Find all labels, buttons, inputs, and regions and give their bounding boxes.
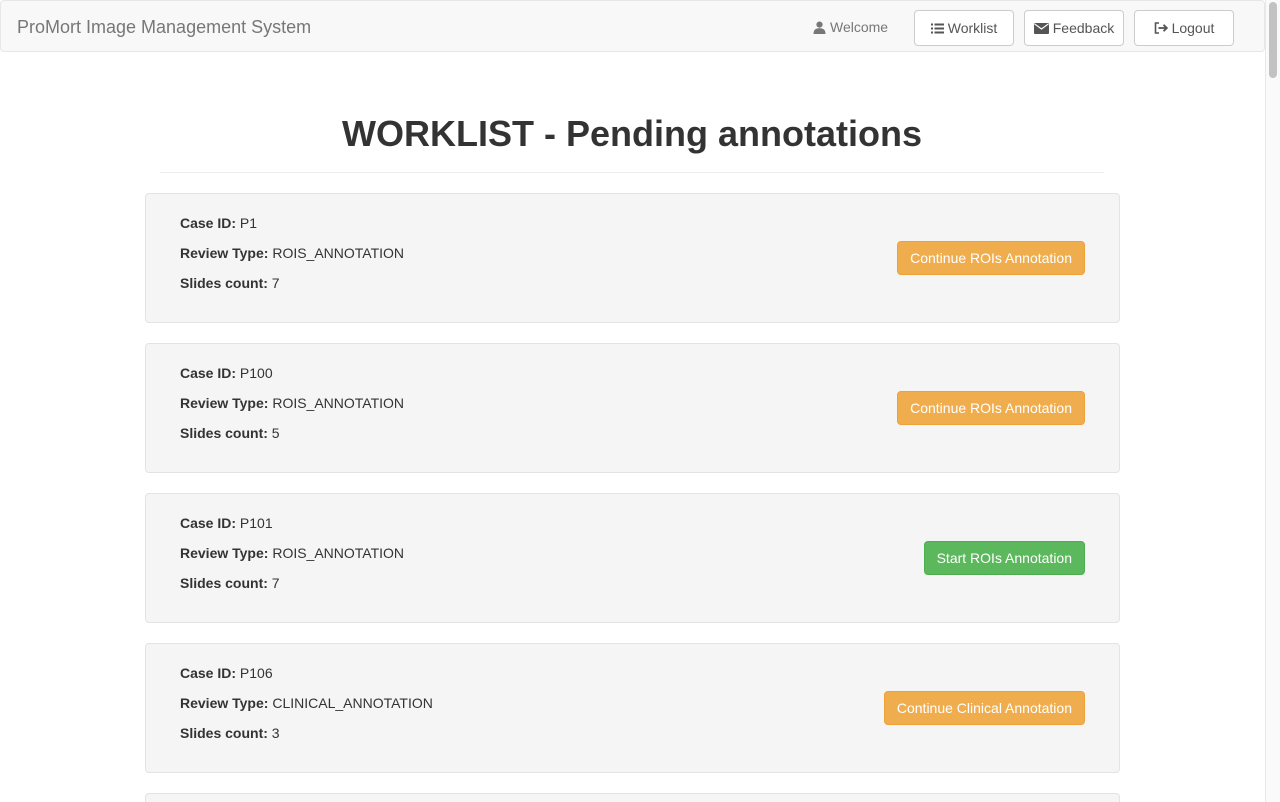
case-id-value: P106 xyxy=(239,665,273,681)
worklist-button[interactable]: Worklist xyxy=(914,10,1014,46)
review-type-value: CLINICAL_ANNOTATION xyxy=(272,695,433,711)
scrollbar-thumb[interactable] xyxy=(1269,2,1277,78)
slides-count-value: 5 xyxy=(271,425,280,441)
page-title: WORKLIST - Pending annotations xyxy=(342,113,922,154)
case-card: Case ID: P100 Review Type: ROIS_ANNOTATI… xyxy=(145,343,1120,473)
case-id-value: P100 xyxy=(239,365,273,381)
review-type-field: Review Type: ROIS_ANNOTATION xyxy=(180,244,404,262)
slides-count-label: Slides count: xyxy=(180,425,268,441)
list-icon xyxy=(930,23,944,34)
review-type-label: Review Type: xyxy=(180,695,269,711)
case-card: Case ID: P106 Review Type: CLINICAL_ANNO… xyxy=(145,643,1120,773)
case-id-label: Case ID: xyxy=(180,215,237,231)
logout-button[interactable]: Logout xyxy=(1134,10,1234,46)
user-icon xyxy=(813,21,826,34)
slides-count-value: 7 xyxy=(271,575,280,591)
review-type-field: Review Type: CLINICAL_ANNOTATION xyxy=(180,694,433,712)
review-type-value: ROIS_ANNOTATION xyxy=(272,245,405,261)
continue-annotation-button[interactable]: Continue Clinical Annotation xyxy=(883,691,1085,725)
slides-count-field: Slides count: 5 xyxy=(180,424,280,442)
slides-count-field: Slides count: 7 xyxy=(180,274,280,292)
top-navbar: ProMort Image Management System Welcome xyxy=(0,0,1265,52)
title-divider xyxy=(160,172,1104,173)
brand-title[interactable]: ProMort Image Management System xyxy=(17,16,311,38)
continue-annotation-button[interactable]: Continue ROIs Annotation xyxy=(897,241,1085,275)
case-id-value: P1 xyxy=(239,215,258,231)
case-id-label: Case ID: xyxy=(180,365,237,381)
logout-icon xyxy=(1154,22,1168,34)
welcome-link[interactable]: Welcome xyxy=(813,18,888,36)
slides-count-label: Slides count: xyxy=(180,725,268,741)
vertical-scrollbar[interactable] xyxy=(1265,0,1280,802)
page: ProMort Image Management System Welcome xyxy=(0,0,1280,802)
case-id-field: Case ID: P1 xyxy=(180,214,257,232)
case-card: Case ID: P1 Review Type: ROIS_ANNOTATION… xyxy=(145,193,1120,323)
welcome-label: Welcome xyxy=(830,19,889,35)
review-type-field: Review Type: ROIS_ANNOTATION xyxy=(180,544,404,562)
case-id-value: P101 xyxy=(239,515,273,531)
slides-count-label: Slides count: xyxy=(180,275,268,291)
review-type-label: Review Type: xyxy=(180,395,269,411)
envelope-icon xyxy=(1033,22,1049,34)
feedback-button[interactable]: Feedback xyxy=(1024,10,1124,46)
slides-count-field: Slides count: 7 xyxy=(180,574,280,592)
case-id-field: Case ID: P106 xyxy=(180,664,273,682)
review-type-value: ROIS_ANNOTATION xyxy=(272,395,405,411)
case-id-field: Case ID: P101 xyxy=(180,514,273,532)
continue-annotation-button[interactable]: Continue ROIs Annotation xyxy=(897,391,1085,425)
worklist-label: Worklist xyxy=(947,20,998,36)
review-type-label: Review Type: xyxy=(180,245,269,261)
review-type-field: Review Type: ROIS_ANNOTATION xyxy=(180,394,404,412)
case-id-field: Case ID: P100 xyxy=(180,364,273,382)
review-type-label: Review Type: xyxy=(180,545,269,561)
slides-count-field: Slides count: 3 xyxy=(180,724,280,742)
feedback-label: Feedback xyxy=(1052,20,1115,36)
slides-count-value: 7 xyxy=(271,275,280,291)
start-annotation-button[interactable]: Start ROIs Annotation xyxy=(923,541,1085,575)
case-card: Case ID: P101 Review Type: ROIS_ANNOTATI… xyxy=(145,493,1120,623)
case-card-partial xyxy=(145,793,1120,802)
review-type-value: ROIS_ANNOTATION xyxy=(272,545,405,561)
case-id-label: Case ID: xyxy=(180,515,237,531)
logout-label: Logout xyxy=(1171,20,1215,36)
slides-count-label: Slides count: xyxy=(180,575,268,591)
case-id-label: Case ID: xyxy=(180,665,237,681)
slides-count-value: 3 xyxy=(271,725,280,741)
